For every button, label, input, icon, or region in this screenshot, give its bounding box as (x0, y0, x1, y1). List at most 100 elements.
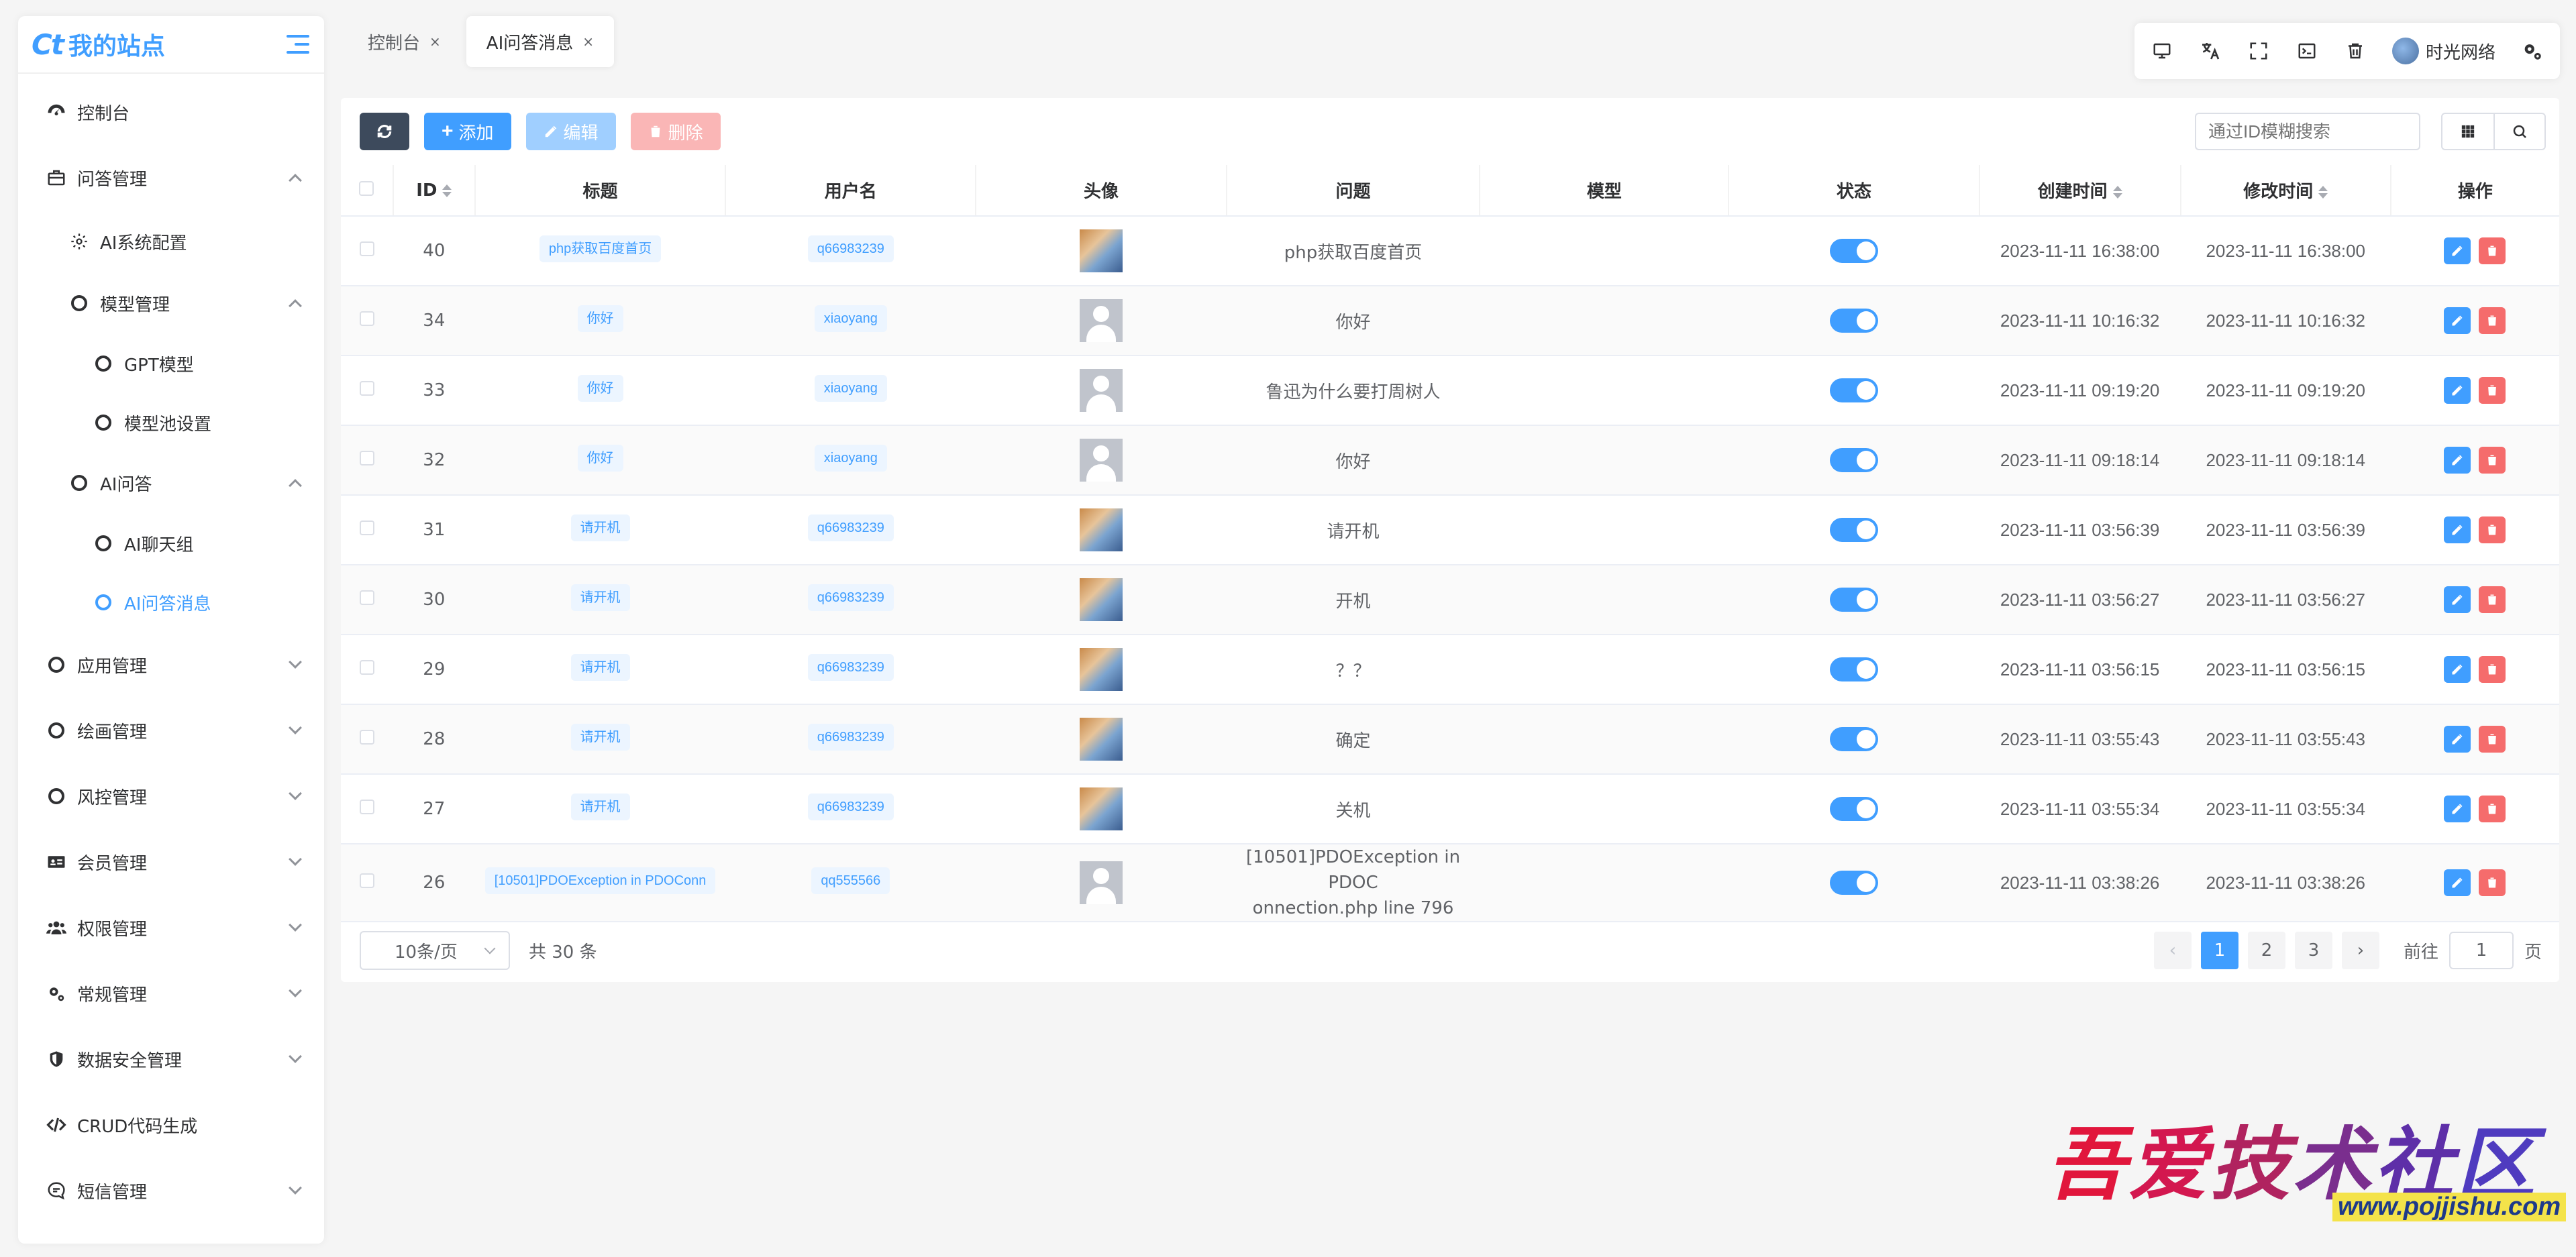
delete-row-button[interactable] (2479, 656, 2506, 683)
sidebar-item-13[interactable]: 权限管理 (18, 895, 324, 961)
edit-row-button[interactable] (2444, 307, 2471, 334)
sidebar-item-4[interactable]: GPT模型 (18, 334, 324, 393)
sidebar-item-1[interactable]: 问答管理 (18, 145, 324, 211)
status-toggle[interactable] (1830, 727, 1879, 751)
sort-icon[interactable] (442, 184, 452, 197)
status-toggle[interactable] (1830, 657, 1879, 681)
grid-icon[interactable] (2442, 114, 2493, 149)
refresh-button[interactable] (360, 113, 409, 150)
delete-row-button[interactable] (2479, 869, 2506, 896)
col-header-id[interactable]: ID (393, 165, 476, 217)
avatar[interactable] (1080, 718, 1123, 761)
avatar[interactable] (1080, 648, 1123, 691)
fullscreen-icon[interactable] (2247, 40, 2270, 62)
user-menu[interactable]: 时光网络 (2391, 38, 2495, 64)
sidebar-item-10[interactable]: 绘画管理 (18, 698, 324, 763)
table-row[interactable]: 28 请开机 q66983239 确定 2023-11-11 03:55:43 2023-… (341, 704, 2559, 775)
close-icon[interactable]: × (582, 34, 594, 50)
prev-page-button[interactable]: ‹ (2154, 932, 2192, 969)
table-row[interactable]: 27 请开机 q66983239 关机 2023-11-11 03:55:34 2023-… (341, 774, 2559, 844)
col-header-created[interactable]: 创建时间 (1979, 165, 2181, 217)
terminal-icon[interactable] (2296, 40, 2318, 62)
sidebar-item-17[interactable]: 短信管理 (18, 1158, 324, 1223)
monitor-icon[interactable] (2151, 40, 2173, 62)
delete-row-button[interactable] (2479, 726, 2506, 753)
sort-icon[interactable] (2112, 186, 2122, 199)
translate-icon[interactable] (2199, 40, 2222, 62)
delete-row-button[interactable] (2479, 237, 2506, 264)
page-button-2[interactable]: 2 (2248, 932, 2285, 969)
sidebar-item-6[interactable]: AI问答 (18, 452, 324, 514)
sidebar-item-0[interactable]: 控制台 (18, 79, 324, 145)
next-page-button[interactable]: › (2342, 932, 2379, 969)
sidebar-item-12[interactable]: 会员管理 (18, 829, 324, 895)
sidebar-item-14[interactable]: 常规管理 (18, 961, 324, 1026)
site-name[interactable]: 我的站点 (68, 27, 287, 62)
delete-row-button[interactable] (2479, 796, 2506, 822)
avatar[interactable] (1080, 578, 1123, 621)
sidebar-item-7[interactable]: AI聊天组 (18, 514, 324, 573)
edit-row-button[interactable] (2444, 656, 2471, 683)
row-checkbox[interactable] (359, 800, 374, 814)
edit-row-button[interactable] (2444, 586, 2471, 613)
sidebar-item-16[interactable]: CRUD代码生成 (18, 1092, 324, 1158)
avatar[interactable] (1080, 439, 1123, 482)
status-toggle[interactable] (1830, 448, 1879, 472)
avatar[interactable] (1080, 787, 1123, 830)
edit-row-button[interactable] (2444, 869, 2471, 896)
delete-row-button[interactable] (2479, 586, 2506, 613)
sidebar-item-3[interactable]: 模型管理 (18, 272, 324, 334)
page-button-1[interactable]: 1 (2201, 932, 2238, 969)
trash-icon[interactable] (2344, 40, 2367, 62)
table-row[interactable]: 31 请开机 q66983239 请开机 2023-11-11 03:56:39 2023… (341, 495, 2559, 565)
status-toggle[interactable] (1830, 871, 1879, 895)
delete-row-button[interactable] (2479, 377, 2506, 404)
settings-gears-icon[interactable] (2521, 40, 2544, 62)
table-row[interactable]: 33 你好 xiaoyang 鲁迅为什么要打周树人 2023-11-11 09:19:2… (341, 356, 2559, 426)
table-row[interactable]: 32 你好 xiaoyang 你好 2023-11-11 09:18:14 2023-11… (341, 425, 2559, 496)
table-row[interactable]: 34 你好 xiaoyang 你好 2023-11-11 10:16:32 2023-11… (341, 286, 2559, 356)
close-icon[interactable]: × (429, 34, 441, 50)
status-toggle[interactable] (1830, 309, 1879, 333)
col-header-modified[interactable]: 修改时间 (2180, 165, 2391, 217)
row-checkbox[interactable] (359, 521, 374, 535)
row-checkbox[interactable] (359, 311, 374, 326)
goto-page-input[interactable]: 1 (2449, 932, 2514, 969)
edit-row-button[interactable] (2444, 726, 2471, 753)
edit-button[interactable]: 编辑 (525, 113, 616, 150)
row-checkbox[interactable] (359, 660, 374, 675)
sidebar-item-8[interactable]: AI问答消息 (18, 573, 324, 632)
status-toggle[interactable] (1830, 797, 1879, 821)
sidebar-item-2[interactable]: AI系统配置 (18, 211, 324, 272)
row-checkbox[interactable] (359, 590, 374, 605)
row-checkbox[interactable] (359, 241, 374, 256)
search-input[interactable] (2195, 113, 2420, 150)
menu-fold-icon[interactable] (287, 35, 309, 54)
avatar[interactable] (1080, 369, 1123, 412)
edit-row-button[interactable] (2444, 377, 2471, 404)
page-size-select[interactable]: 10条/页 (360, 931, 510, 970)
status-toggle[interactable] (1830, 518, 1879, 542)
search-icon[interactable] (2493, 114, 2544, 149)
table-row[interactable]: 29 请开机 q66983239 ？？ 2023-11-11 03:56:15 2023-… (341, 635, 2559, 705)
avatar[interactable] (1080, 861, 1123, 904)
page-button-3[interactable]: 3 (2295, 932, 2332, 969)
edit-row-button[interactable] (2444, 516, 2471, 543)
select-all-checkbox[interactable] (359, 180, 374, 196)
sidebar-item-15[interactable]: 数据安全管理 (18, 1026, 324, 1092)
avatar[interactable] (1080, 299, 1123, 342)
delete-row-button[interactable] (2479, 516, 2506, 543)
add-button[interactable]: + 添加 (424, 113, 511, 150)
avatar[interactable] (1080, 508, 1123, 551)
table-row[interactable]: 40 php获取百度首页 q66983239 php获取百度首页 2023-11-11 … (341, 216, 2559, 286)
table-row[interactable]: 30 请开机 q66983239 开机 2023-11-11 03:56:27 2023-… (341, 565, 2559, 635)
row-checkbox[interactable] (359, 730, 374, 745)
edit-row-button[interactable] (2444, 796, 2471, 822)
edit-row-button[interactable] (2444, 447, 2471, 474)
status-toggle[interactable] (1830, 588, 1879, 612)
tab-ai-messages[interactable]: AI问答消息 × (466, 16, 615, 67)
sidebar-item-11[interactable]: 风控管理 (18, 763, 324, 829)
sort-icon[interactable] (2318, 186, 2328, 199)
tab-dashboard[interactable]: 控制台 × (348, 16, 461, 67)
status-toggle[interactable] (1830, 378, 1879, 402)
